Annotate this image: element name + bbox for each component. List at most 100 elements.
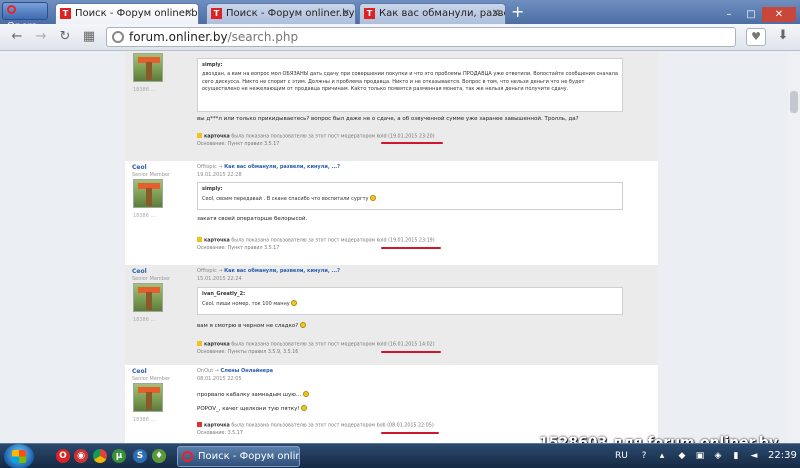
moderation-date: (19.01.2015 23:19) (388, 238, 435, 244)
post-text: вы д***л или только прикидываетесь? вопр… (197, 116, 579, 122)
tab-search-active[interactable]: T Поиск - Форум onliner.by ✕ (55, 3, 199, 24)
page-viewport: 18386 ... simply: двоздан, а вам на вопр… (0, 51, 800, 443)
reason-label: Основание: (197, 430, 227, 436)
site-info-icon[interactable] (112, 31, 124, 43)
quote-author: simply: (202, 62, 223, 68)
page-scrollbar[interactable] (788, 51, 800, 443)
quote-author: ivan_Greatly_2: (202, 291, 246, 297)
user-avatar[interactable] (133, 179, 163, 208)
new-tab-button[interactable]: + (511, 3, 524, 21)
moderation-text: была показана пользователю за этот пост … (231, 342, 387, 348)
moderation-text: была показана пользователю за этот пост … (231, 423, 386, 429)
tab-title: Как вас обманули, развели... (379, 8, 505, 19)
search-result-post: Ceol Senior Member 18386 ... Offtopic → … (125, 161, 658, 265)
address-path: /search.php (227, 30, 299, 44)
reason-label: Основание: (197, 245, 227, 251)
topic-link[interactable]: Как вас обманули, развели, кинули, ...? (224, 268, 340, 274)
shield-icon[interactable]: ◈ (712, 450, 724, 462)
moderation-date: (08.01.2015 22:05) (387, 423, 434, 429)
post-topic-line: OnOut → Слены Онлайнера (197, 368, 273, 374)
tray-arrow-icon[interactable]: ▴ (656, 450, 668, 462)
opera-menu-button[interactable]: Opera (2, 2, 48, 32)
close-window-icon[interactable]: ✕ (762, 7, 796, 22)
media-player-icon[interactable]: ◉ (74, 449, 88, 463)
quote-block: simply: Ceol, своим передавай . В скане … (197, 182, 623, 210)
reason-text: 3.5.17 (227, 430, 243, 436)
speed-dial-grid-icon[interactable]: ▦ (80, 29, 98, 45)
window-controls: – □ ✕ (718, 2, 796, 22)
smiley-icon (291, 300, 298, 306)
download-icon[interactable]: ⬇ (772, 28, 794, 46)
volume-icon[interactable]: ◄ (748, 450, 760, 462)
user-avatar[interactable] (133, 283, 163, 312)
opera-icon (182, 451, 193, 462)
tab-close-icon[interactable]: ✕ (185, 4, 193, 23)
signal-icon[interactable]: ▮ (730, 450, 742, 462)
search-result-post: Ceol Senior Member 18386 ... Offtopic → … (125, 265, 658, 365)
tab-close-icon[interactable]: ✕ (492, 4, 500, 23)
yellow-card-icon (197, 133, 202, 138)
skype-icon[interactable]: S (133, 449, 147, 463)
moderation-note: карточка была показана пользователю за э… (197, 422, 434, 437)
topic-link[interactable]: Как вас обманули, развели, кинули, ...? (224, 164, 340, 170)
network-icon[interactable]: ▣ (694, 450, 706, 462)
minimize-icon[interactable]: – (718, 7, 740, 22)
help-icon[interactable]: ? (638, 450, 650, 462)
yellow-card-icon (197, 237, 202, 242)
bookmark-heart-icon[interactable]: ♥ (746, 28, 766, 46)
topic-link[interactable]: Слены Онлайнера (221, 368, 273, 374)
forum-section[interactable]: Offtopic → (197, 164, 223, 170)
moderation-date: (19.01.2015 23:20) (388, 134, 435, 140)
search-result-post: 18386 ... simply: двоздан, а вам на вопр… (125, 51, 658, 161)
red-underline-mark (381, 142, 443, 144)
post-text-body: прорвало кабалку замнадым шую... (197, 392, 302, 398)
moderation-note: карточка была показана пользователю за э… (197, 341, 435, 356)
post-author[interactable]: Ceol (132, 164, 147, 171)
address-host: forum.onliner.by (129, 30, 228, 44)
author-rank: Senior Member (132, 376, 171, 382)
quote-block: simply: двоздан, а вам на вопрос мол ОБЯ… (197, 58, 623, 112)
scrollbar-thumb[interactable] (790, 91, 798, 113)
quote-text-body: Ceol, своим передавай . В скане спасибо … (202, 196, 369, 202)
forum-section[interactable]: OnOut → (197, 368, 219, 374)
red-card-icon (197, 422, 202, 427)
taskbar-opera-window[interactable]: Поиск - Форум onliner... (177, 446, 300, 467)
utorrent-icon[interactable]: µ (112, 449, 126, 463)
green-app-icon[interactable]: ♦ (152, 449, 166, 463)
language-indicator[interactable]: RU (615, 451, 628, 461)
taskbar-clock[interactable]: 22:39 (768, 450, 797, 461)
opera-icon[interactable]: O (56, 449, 70, 463)
post-text: закатя своей операторше белорысой. (197, 216, 308, 222)
quote-block: ivan_Greatly_2: Ceol, пиши номер, ток 10… (197, 287, 623, 315)
reload-icon[interactable]: ↻ (56, 29, 74, 45)
user-avatar[interactable] (133, 383, 163, 412)
moderation-text: была показана пользователю за этот пост … (231, 134, 387, 140)
onliner-favicon-icon: T (364, 8, 375, 19)
tab-search-2[interactable]: T Поиск - Форум onliner.by ✕ (206, 3, 356, 24)
reason-label: Основание: (197, 141, 227, 147)
back-arrow-icon[interactable]: ← (8, 29, 26, 45)
start-button[interactable] (4, 444, 34, 468)
forward-arrow-icon[interactable]: → (32, 29, 50, 45)
card-label: карточка (204, 134, 230, 140)
tab-close-icon[interactable]: ✕ (342, 4, 350, 23)
maximize-icon[interactable]: □ (740, 7, 762, 22)
user-id: 18386 ... (133, 317, 156, 323)
address-bar[interactable]: forum.onliner.by/search.php (106, 27, 736, 47)
post-author[interactable]: Ceol (132, 368, 147, 375)
post-time: 19.01.2015 22:28 (197, 172, 242, 178)
search-result-post: Ceol Senior Member 18386 ... OnOut → Сле… (125, 365, 658, 443)
tray-app-icon[interactable]: ◆ (676, 450, 688, 462)
card-label: карточка (204, 238, 230, 244)
tab-topic[interactable]: T Как вас обманули, развели... ✕ (359, 3, 506, 24)
author-rank: Senior Member (132, 276, 171, 282)
tab-strip: Opera T Поиск - Форум onliner.by ✕ T Пои… (0, 0, 800, 32)
reason-text: Пункт правил 3.5.17 (227, 245, 280, 251)
quote-text: Ceol, пиши номер, ток 100 манну (202, 300, 618, 309)
chrome-icon[interactable] (93, 449, 107, 463)
post-author[interactable]: Ceol (132, 268, 147, 275)
user-id: 18386 ... (133, 417, 156, 423)
user-avatar[interactable] (133, 53, 163, 82)
forum-section[interactable]: Offtopic → (197, 268, 223, 274)
reason-text: Пункт правил 3.5.17 (227, 141, 280, 147)
